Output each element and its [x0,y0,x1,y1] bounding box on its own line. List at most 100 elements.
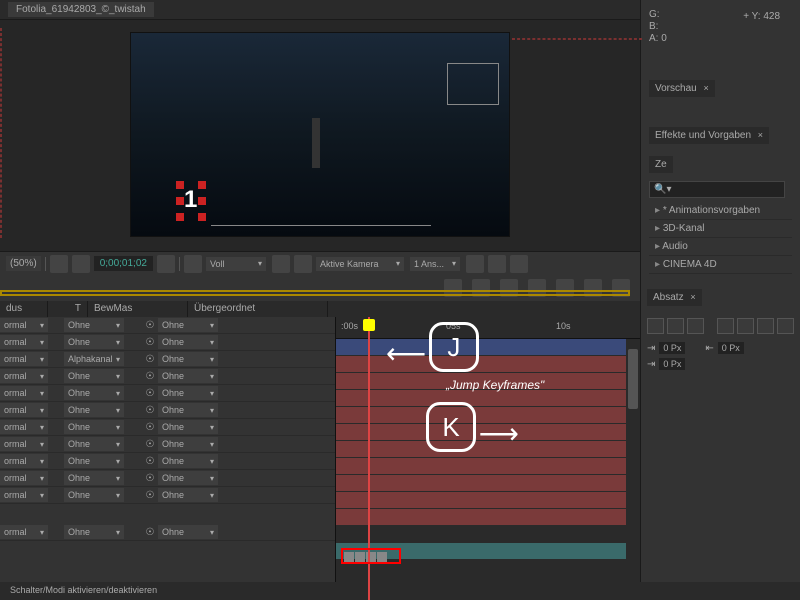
expr-icon[interactable]: ☉ [142,490,158,501]
trkmat-dropdown[interactable]: Ohne [64,318,124,332]
mode-dropdown[interactable]: ormal [0,403,48,417]
expr-icon[interactable]: ☉ [142,371,158,382]
justify-button[interactable] [717,318,734,334]
effect-category[interactable]: Audio [649,238,792,256]
timecode[interactable]: 0;00;01;02 [94,256,153,271]
mode-dropdown[interactable]: ormal [0,488,48,502]
track-bar[interactable] [336,339,640,356]
trkmat-dropdown[interactable]: Ohne [64,525,124,539]
snapshot-icon[interactable] [157,255,175,273]
justify-button[interactable] [737,318,754,334]
mode-dropdown[interactable]: ormal [0,318,48,332]
parent-dropdown[interactable]: Ohne [158,403,218,417]
mode-dropdown[interactable]: ormal [0,437,48,451]
composition-viewer[interactable] [130,32,510,237]
track-bar[interactable] [336,390,640,407]
expr-icon[interactable]: ☉ [142,405,158,416]
justify-button[interactable] [757,318,774,334]
camera-dropdown[interactable]: Aktive Kamera [316,257,404,271]
expr-icon[interactable]: ☉ [142,527,158,538]
align-left-button[interactable] [647,318,664,334]
tool-icon[interactable] [472,279,490,297]
parent-dropdown[interactable]: Ohne [158,335,218,349]
layer-row[interactable]: ormalOhne☉Ohne [0,436,335,453]
effect-category[interactable]: 3D-Kanal [649,220,792,238]
time-ruler[interactable]: :00s 05s 10s [336,317,640,339]
trkmat-dropdown[interactable]: Ohne [64,369,124,383]
parent-dropdown[interactable]: Ohne [158,369,218,383]
parent-dropdown[interactable]: Ohne [158,437,218,451]
parent-dropdown[interactable]: Ohne [158,420,218,434]
expr-icon[interactable]: ☉ [142,320,158,331]
expr-icon[interactable]: ☉ [142,422,158,433]
parent-dropdown[interactable]: Ohne [158,386,218,400]
absatz-panel-tab[interactable]: Absatz × [647,289,702,306]
layer-row[interactable]: ormalOhne☉Ohne [0,317,335,334]
selection-marker[interactable] [176,181,206,221]
track-bar[interactable] [336,458,640,475]
mode-dropdown[interactable]: ormal [0,420,48,434]
mode-dropdown[interactable]: ormal [0,369,48,383]
align-right-button[interactable] [687,318,704,334]
track-bar[interactable] [336,526,640,543]
track-bar[interactable] [336,441,640,458]
indent-value[interactable]: 0 Px [718,342,744,354]
mode-dropdown[interactable]: ormal [0,335,48,349]
grid-icon[interactable] [272,255,290,273]
mode-dropdown[interactable]: ormal [0,471,48,485]
project-tab[interactable]: Fotolia_61942803_©_twistah [8,2,154,17]
viewer-icon[interactable] [50,255,68,273]
views-dropdown[interactable]: 1 Ans... [410,257,460,271]
trkmat-dropdown[interactable]: Ohne [64,386,124,400]
tool-icon[interactable] [500,279,518,297]
trkmat-dropdown[interactable]: Ohne [64,403,124,417]
layer-row[interactable]: ormalOhne☉Ohne [0,334,335,351]
align-center-button[interactable] [667,318,684,334]
resolution-dropdown[interactable]: Voll [206,257,266,271]
expr-icon[interactable]: ☉ [142,354,158,365]
channel-icon[interactable] [184,255,202,273]
expr-icon[interactable]: ☉ [142,473,158,484]
indent-value[interactable]: 0 Px [659,358,685,370]
viewer-icon[interactable] [72,255,90,273]
close-icon[interactable]: × [703,83,708,93]
close-icon[interactable]: × [690,292,695,302]
mode-dropdown[interactable]: ormal [0,454,48,468]
track-bar[interactable] [336,492,640,509]
trkmat-dropdown[interactable]: Ohne [64,335,124,349]
tool-icon[interactable] [528,279,546,297]
track-bar[interactable] [336,356,640,373]
effects-panel-tab[interactable]: Effekte und Vorgaben × [649,127,769,144]
layer-row[interactable]: ormalOhne☉Ohne [0,524,335,541]
trkmat-dropdown[interactable]: Ohne [64,471,124,485]
effects-search[interactable]: 🔍▾ [649,181,785,198]
layer-row[interactable]: ormalOhne☉Ohne [0,368,335,385]
track-bar[interactable] [336,509,640,526]
trkmat-dropdown[interactable]: Ohne [64,454,124,468]
tool-icon[interactable] [444,279,462,297]
layer-row[interactable]: ormalOhne☉Ohne [0,487,335,504]
mask-icon[interactable] [294,255,312,273]
expr-icon[interactable]: ☉ [142,439,158,450]
track-bar[interactable] [336,373,640,390]
layer-row[interactable]: ormalOhne☉Ohne [0,402,335,419]
viewer-icon[interactable] [488,255,506,273]
layer-row[interactable]: ormalOhne☉Ohne [0,470,335,487]
layer-row[interactable]: ormalOhne☉Ohne [0,385,335,402]
mode-dropdown[interactable]: ormal [0,525,48,539]
justify-button[interactable] [777,318,794,334]
expr-icon[interactable]: ☉ [142,388,158,399]
layer-row[interactable]: ormalAlphakanal☉Ohne [0,351,335,368]
parent-dropdown[interactable]: Ohne [158,525,218,539]
expr-icon[interactable]: ☉ [142,337,158,348]
layer-row[interactable]: ormalOhne☉Ohne [0,453,335,470]
zoom-level[interactable]: (50%) [6,256,41,271]
parent-dropdown[interactable]: Ohne [158,318,218,332]
viewer-icon[interactable] [466,255,484,273]
track-bar[interactable] [336,424,640,441]
effect-category[interactable]: CINEMA 4D [649,256,792,274]
parent-dropdown[interactable]: Ohne [158,488,218,502]
effect-category[interactable]: * Animationsvorgaben [649,202,792,220]
mode-dropdown[interactable]: ormal [0,352,48,366]
tool-icon[interactable] [556,279,574,297]
